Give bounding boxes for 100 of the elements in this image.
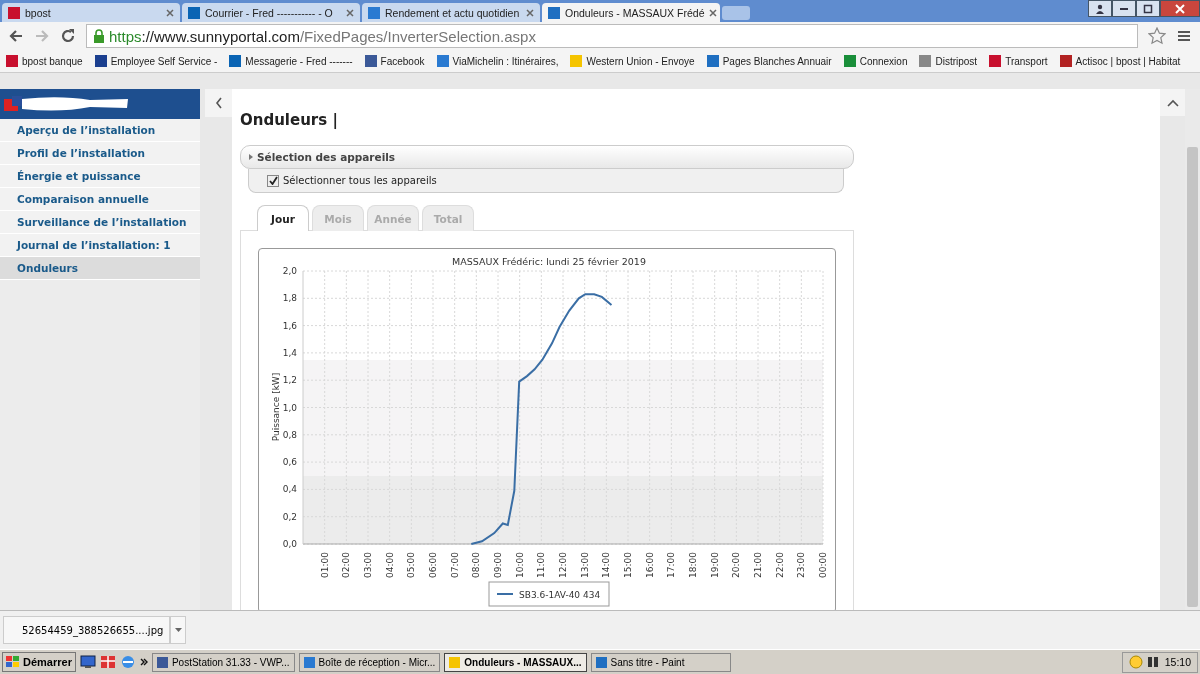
x-tick-label: 10:00 — [514, 552, 525, 578]
triangle-right-icon — [249, 154, 253, 160]
section-title: Sélection des appareils — [257, 151, 396, 163]
y-tick-label: 0,6 — [282, 457, 297, 468]
bookmark[interactable]: Facebook — [364, 55, 425, 67]
y-tick-label: 1,6 — [282, 320, 297, 331]
network-icon[interactable] — [1146, 655, 1161, 669]
close-icon[interactable] — [709, 8, 718, 17]
taskbar-button[interactable]: Onduleurs - MASSAUX... — [444, 652, 587, 672]
chart-title: MASSAUX Frédéric: lundi 25 février 2019 — [452, 256, 646, 267]
maximize-button[interactable] — [1136, 0, 1160, 17]
scroll-top-button[interactable] — [1160, 89, 1185, 116]
clock: 15:10 — [1164, 656, 1191, 668]
more-icon[interactable] — [139, 658, 148, 666]
minimize-icon — [1120, 7, 1128, 10]
back-icon[interactable] — [8, 28, 24, 44]
x-tick-label: 13:00 — [579, 552, 590, 578]
bookmark[interactable]: bpost banque — [6, 55, 83, 67]
user-button[interactable] — [1088, 0, 1112, 17]
x-tick-label: 03:00 — [363, 552, 373, 578]
browser-tab[interactable]: Rendement et actu quotidien — [362, 3, 540, 22]
y-tick-label: 0,8 — [282, 429, 297, 440]
page-heading: Onduleurs | — [240, 111, 339, 129]
x-tick-label: 11:00 — [536, 552, 547, 578]
sidebar-item[interactable]: Comparaison annuelle — [0, 188, 200, 211]
x-tick-label: 20:00 — [731, 552, 742, 578]
download-item[interactable]: 52654459_388526655....jpg — [3, 616, 170, 644]
sidebar-item[interactable]: Surveillance de l’installation — [0, 211, 200, 234]
bookmark[interactable]: Pages Blanches Annuair — [706, 55, 832, 67]
x-tick-label: 22:00 — [774, 552, 785, 578]
x-tick-label: 04:00 — [384, 552, 395, 578]
x-tick-label: 07:00 — [449, 552, 460, 578]
y-tick-label: 1,2 — [282, 375, 297, 386]
x-tick-label: 19:00 — [709, 552, 720, 578]
bookmark[interactable]: Transport — [989, 55, 1048, 67]
x-tick-label: 05:00 — [406, 552, 417, 578]
browser-tab[interactable]: Onduleurs - MASSAUX Frédé — [542, 3, 720, 22]
windows-logo-icon — [6, 656, 20, 668]
x-tick-label: 21:00 — [753, 552, 763, 578]
y-tick-label: 1,4 — [282, 347, 297, 358]
bookmark[interactable]: Western Union - Envoye — [570, 55, 695, 67]
y-tick-label: 0,0 — [282, 539, 297, 549]
y-tick-label: 0,4 — [282, 484, 297, 495]
bookmark[interactable]: ViaMichelin : Itinéraires, — [436, 55, 559, 67]
x-tick-label: 15:00 — [623, 552, 633, 578]
y-tick-label: 0,2 — [282, 511, 297, 522]
x-tick-label: 02:00 — [341, 552, 352, 578]
close-icon[interactable] — [166, 8, 174, 17]
taskbar-button[interactable]: Boîte de réception - Micr... — [298, 652, 441, 672]
x-tick-label: 08:00 — [471, 552, 482, 578]
close-button[interactable] — [1160, 0, 1200, 17]
bookmark[interactable]: Distripost — [919, 55, 978, 67]
y-tick-label: 1,0 — [282, 402, 297, 413]
desktop-icon[interactable] — [79, 655, 96, 669]
y-axis-label: Puissance [kW] — [271, 372, 281, 442]
y-tick-label: 2,0 — [282, 266, 297, 276]
x-tick-label: 18:00 — [688, 552, 698, 578]
sidebar-item[interactable]: Journal de l’installation: 1 — [0, 234, 200, 257]
gift-icon[interactable] — [99, 655, 116, 669]
sidebar-item[interactable]: Énergie et puissance — [0, 165, 200, 188]
collapse-button[interactable] — [205, 89, 232, 117]
x-tick-label: 00:00 — [818, 552, 828, 578]
sidebar-item[interactable]: Profil de l’installation — [0, 142, 200, 165]
sidebar-item[interactable]: Aperçu de l’installation — [0, 119, 200, 142]
minimize-button[interactable] — [1112, 0, 1136, 17]
lock-icon — [93, 29, 105, 43]
taskbar-button[interactable]: Sans titre - Paint — [590, 652, 731, 672]
x-tick-label: 16:00 — [644, 552, 655, 578]
caret-icon — [174, 628, 182, 632]
x-tick-label: 09:00 — [493, 552, 503, 578]
scrollbar-thumb[interactable] — [1187, 147, 1198, 607]
select-all-checkbox[interactable]: Sélectionner tous les appareils — [267, 174, 437, 187]
x-tick-label: 17:00 — [666, 552, 677, 578]
maximize-icon — [1143, 3, 1153, 14]
chevron-up-icon — [1166, 98, 1179, 107]
sidebar-item[interactable]: Onduleurs — [0, 257, 200, 280]
bookmark[interactable]: Employee Self Service - — [94, 55, 218, 67]
period-tab[interactable]: Jour — [257, 205, 309, 231]
legend-label: SB3.6-1AV-40 434 — [519, 590, 601, 600]
bookmark[interactable]: Actisoc | bpost | Habitat — [1059, 55, 1181, 67]
reload-icon[interactable] — [60, 28, 76, 44]
x-tick-label: 14:00 — [601, 552, 612, 578]
x-tick-label: 23:00 — [796, 552, 807, 578]
y-tick-label: 1,8 — [282, 293, 297, 304]
chevron-left-icon — [214, 97, 223, 109]
star-icon[interactable] — [1148, 27, 1166, 45]
browser-tab[interactable]: bpost — [2, 3, 180, 22]
x-tick-label: 06:00 — [428, 552, 438, 578]
start-button[interactable]: Démarrer — [2, 652, 76, 672]
taskbar-button[interactable]: PostStation 31.33 - VWP... — [151, 652, 295, 672]
close-icon[interactable] — [346, 8, 354, 17]
device-selection-header[interactable]: Sélection des appareils — [240, 145, 854, 169]
address-field[interactable]: https://www.sunnyportal.com/FixedPages/InverterSelection.aspx — [86, 24, 1138, 48]
menu-icon[interactable] — [1176, 28, 1192, 44]
bookmark[interactable]: Messagerie - Fred ------- — [229, 55, 353, 67]
user-icon — [1095, 3, 1105, 14]
close-icon[interactable] — [526, 8, 534, 17]
browser-tab[interactable]: Courrier - Fred ----------- - O — [182, 3, 360, 22]
download-menu-button[interactable] — [170, 616, 186, 644]
bookmark[interactable]: Connexion — [843, 55, 908, 67]
